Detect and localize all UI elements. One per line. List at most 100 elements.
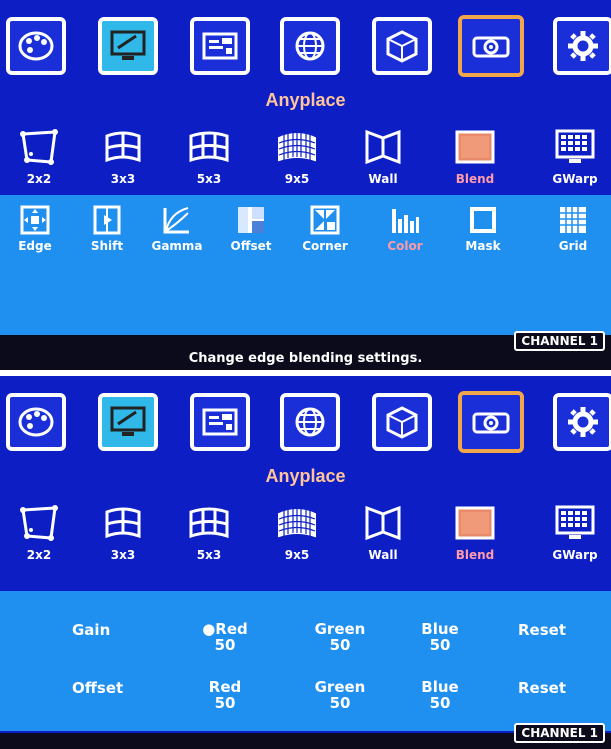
- projector-icon[interactable]: [458, 391, 524, 453]
- color-settings-panel: Gain ●Red 50 Green 50 Blue 50 Reset Offs…: [0, 591, 611, 731]
- offset-label: Offset: [72, 679, 124, 697]
- mode-label: 5x3: [196, 548, 222, 562]
- mode-3x3[interactable]: 3x3: [88, 504, 158, 570]
- blend-submenu-panel: Edge Shift Gamma Offset Corner Color Mas…: [0, 195, 611, 335]
- gain-label: Gain: [72, 621, 111, 639]
- globe-icon[interactable]: [280, 393, 340, 451]
- mode-wall[interactable]: Wall: [348, 504, 418, 570]
- mode-label: 3x3: [110, 548, 136, 562]
- mode-2x2[interactable]: 2x2: [4, 128, 74, 194]
- gain-green-value: 50: [329, 636, 351, 654]
- channel-indicator: CHANNEL 1: [514, 331, 605, 351]
- gain-red-control[interactable]: ●Red 50: [185, 621, 265, 653]
- status-bar: CHANNEL 1: [0, 723, 611, 749]
- mode-label: 9x5: [284, 172, 310, 186]
- status-message: Change edge blending settings.: [188, 351, 423, 366]
- gain-green-control[interactable]: Green 50: [300, 621, 380, 653]
- gear-icon[interactable]: [553, 17, 611, 75]
- gwarp-icon: [555, 505, 595, 539]
- offset-reset-button[interactable]: Reset: [518, 679, 566, 697]
- mode-label: 9x5: [284, 548, 310, 562]
- mode-9x5[interactable]: 9x5: [262, 128, 332, 194]
- submenu-mask[interactable]: Mask: [450, 205, 516, 261]
- submenu-shift[interactable]: Shift: [74, 205, 140, 261]
- submenu-gamma[interactable]: Gamma: [144, 205, 210, 261]
- offset-green-control[interactable]: Green 50: [300, 679, 380, 711]
- blend-icon: [455, 130, 495, 164]
- projector-icon[interactable]: [458, 15, 524, 77]
- mode-label: Blend: [455, 548, 495, 562]
- offset-green-value: 50: [329, 694, 351, 712]
- gear-icon[interactable]: [553, 393, 611, 451]
- offset-blue-control[interactable]: Blue 50: [400, 679, 480, 711]
- offset-icon: [238, 207, 264, 233]
- gain-row: Gain ●Red 50 Green 50 Blue 50 Reset: [0, 621, 611, 667]
- mode-5x3[interactable]: 5x3: [174, 504, 244, 570]
- curved-9x5-icon: [278, 132, 316, 162]
- mode-blend[interactable]: Blend: [440, 128, 510, 194]
- mode-9x5[interactable]: 9x5: [262, 504, 332, 570]
- submenu-label: Shift: [90, 239, 124, 253]
- mode-gwarp[interactable]: GWarp: [540, 504, 610, 570]
- curved-5x3-icon: [189, 507, 229, 539]
- layout-icon[interactable]: [190, 393, 250, 451]
- mode-2x2[interactable]: 2x2: [4, 504, 74, 570]
- mask-icon: [470, 207, 496, 233]
- curved-9x5-icon: [278, 508, 316, 538]
- curved-3x3-icon: [105, 507, 141, 539]
- blend-submenu: Edge Shift Gamma Offset Corner Color Mas…: [0, 205, 611, 265]
- mode-row: 2x2 3x3 5x3 9x5 Wall Blend GWarp: [0, 504, 611, 574]
- mode-label: 3x3: [110, 172, 136, 186]
- offset-red-control[interactable]: Red 50: [185, 679, 265, 711]
- mode-label: GWarp: [552, 172, 598, 186]
- mode-row: 2x2 3x3 5x3 9x5 Wall Blend GWarp: [0, 128, 611, 198]
- section-title: Anyplace: [265, 466, 346, 486]
- offset-blue-value: 50: [429, 694, 451, 712]
- mode-label: 5x3: [196, 172, 222, 186]
- cube-icon[interactable]: [372, 393, 432, 451]
- gain-reset-button[interactable]: Reset: [518, 621, 566, 639]
- gamma-icon: [163, 207, 189, 234]
- gwarp-icon: [555, 129, 595, 163]
- offset-row: Offset Red 50 Green 50 Blue 50 Reset: [0, 679, 611, 725]
- submenu-offset[interactable]: Offset: [218, 205, 284, 261]
- wall-icon: [365, 505, 401, 541]
- grid-icon: [560, 207, 586, 233]
- gain-blue-control[interactable]: Blue 50: [400, 621, 480, 653]
- mode-3x3[interactable]: 3x3: [88, 128, 158, 194]
- submenu-color[interactable]: Color: [372, 205, 438, 261]
- cube-icon[interactable]: [372, 17, 432, 75]
- wall-icon: [365, 129, 401, 165]
- gain-red-value: 50: [214, 636, 236, 654]
- mode-blend[interactable]: Blend: [440, 504, 510, 570]
- edge-icon: [20, 205, 50, 235]
- globe-icon[interactable]: [280, 17, 340, 75]
- mode-5x3[interactable]: 5x3: [174, 128, 244, 194]
- submenu-grid[interactable]: Grid: [540, 205, 606, 261]
- quad-warp-icon: [20, 505, 58, 541]
- curved-3x3-icon: [105, 131, 141, 163]
- mode-label: Wall: [368, 172, 398, 186]
- corner-icon: [310, 205, 340, 235]
- submenu-corner[interactable]: Corner: [292, 205, 358, 261]
- submenu-label: Gamma: [151, 239, 203, 253]
- mode-gwarp[interactable]: GWarp: [540, 128, 610, 194]
- mode-label: GWarp: [552, 548, 598, 562]
- palette-icon[interactable]: [6, 17, 66, 75]
- offset-red-value: 50: [214, 694, 236, 712]
- monitor-tools-icon[interactable]: [98, 17, 158, 75]
- mode-label: 2x2: [26, 172, 52, 186]
- color-bars-icon: [392, 209, 419, 233]
- status-bar: CHANNEL 1 Change edge blending settings.: [0, 331, 611, 370]
- channel-indicator: CHANNEL 1: [514, 723, 605, 743]
- submenu-edge[interactable]: Edge: [2, 205, 68, 261]
- gain-blue-value: 50: [429, 636, 451, 654]
- mode-wall[interactable]: Wall: [348, 128, 418, 194]
- shift-icon: [93, 205, 121, 235]
- layout-icon[interactable]: [190, 17, 250, 75]
- palette-icon[interactable]: [6, 393, 66, 451]
- mode-label: 2x2: [26, 548, 52, 562]
- quad-warp-icon: [20, 129, 58, 165]
- monitor-tools-icon[interactable]: [98, 393, 158, 451]
- submenu-label: Mask: [465, 239, 501, 253]
